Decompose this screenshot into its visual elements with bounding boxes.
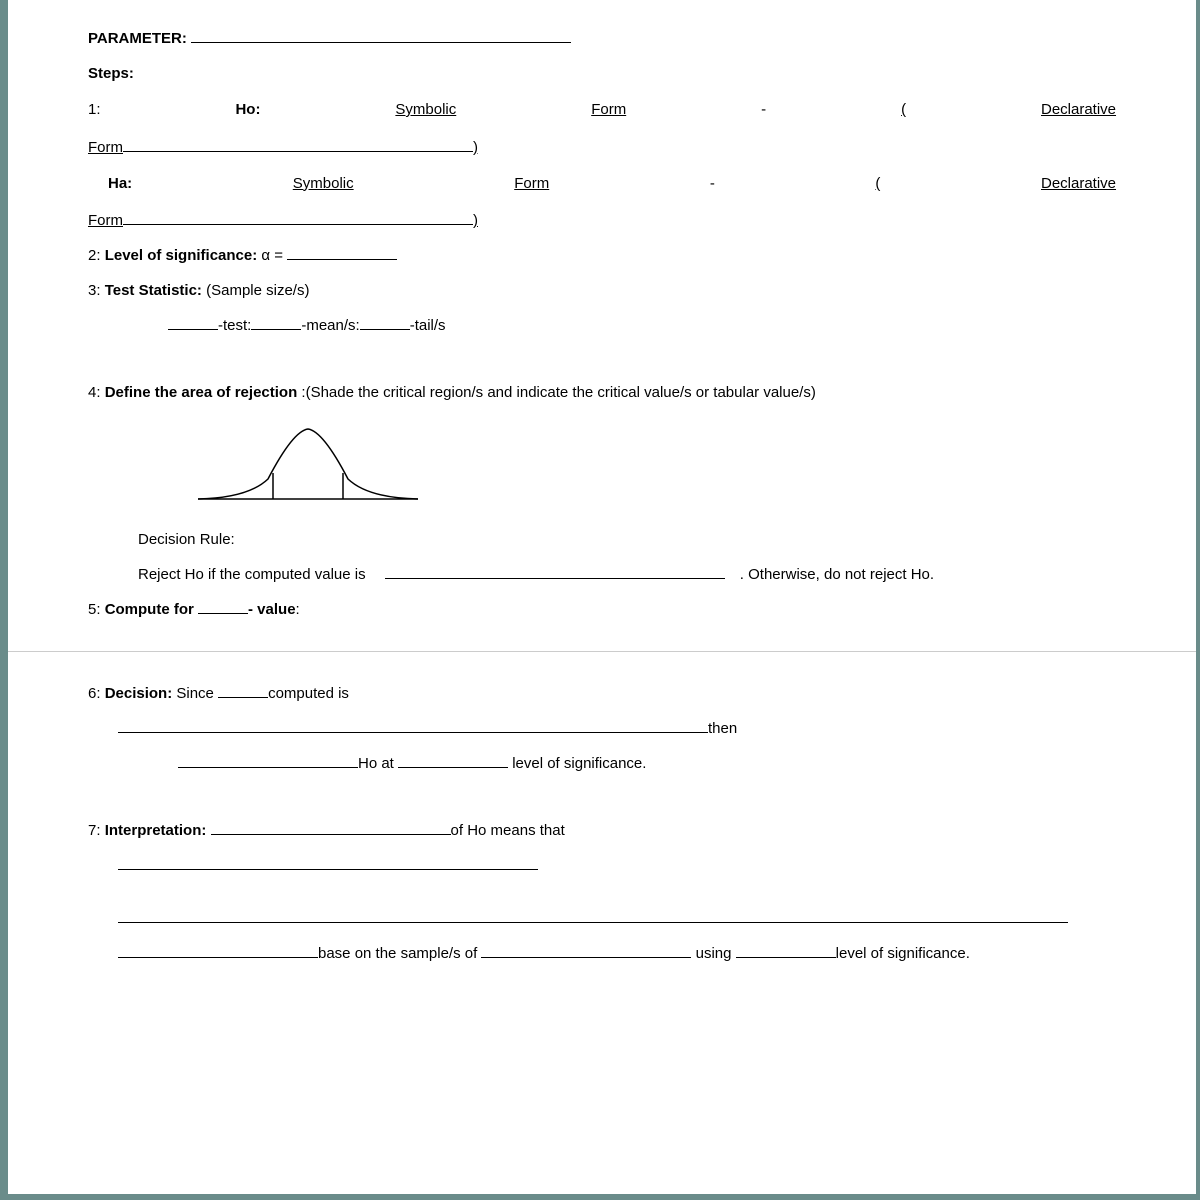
parameter-label: PARAMETER: (88, 30, 187, 47)
s6-hoat: Ho at (358, 755, 398, 772)
s2-alpha: α = (257, 247, 287, 264)
s6-since: Since (172, 685, 218, 702)
s4-post: :(Shade the critical region/s and indica… (297, 384, 816, 401)
s2-pre: 2: (88, 247, 105, 264)
s7-blank2 (118, 869, 538, 870)
step3-line1: 3: Test Statistic: (Sample size/s) (88, 274, 1116, 307)
step7-line4: base on the sample/s of using level of s… (118, 937, 1116, 970)
s7-interp: Interpretation: (105, 822, 207, 839)
step5-line: 5: Compute for - value: (88, 593, 1116, 626)
parameter-line: PARAMETER: (88, 22, 1116, 55)
step2-line: 2: Level of significance: α = (88, 239, 1116, 272)
s6-then: then (708, 720, 737, 737)
s7-base: base on the sample/s of (318, 945, 481, 962)
form2: Form (514, 175, 549, 192)
close2: ) (473, 212, 478, 229)
step7-line3 (118, 902, 1116, 935)
s7-level: level of significance. (836, 945, 970, 962)
step1-num: 1: (88, 101, 101, 118)
s2-blank (287, 259, 397, 260)
bell-curve-icon (188, 419, 428, 509)
s6-level: level of significance. (508, 755, 646, 772)
s3-post: (Sample size/s) (202, 282, 310, 299)
reject-text: Reject Ho if the computed value is (138, 566, 370, 583)
s3-pre: 3: (88, 282, 105, 299)
bell-curve-box (188, 419, 1116, 513)
step7-line2 (118, 849, 1116, 882)
s6-computed: computed is (268, 685, 349, 702)
s4-label: Define the area of rejection (105, 384, 298, 401)
step6-line2: then (118, 712, 1116, 745)
decl2: Declarative (1041, 175, 1116, 192)
page-divider (8, 651, 1196, 652)
means-label: -mean/s: (301, 317, 359, 334)
s6-blank3 (178, 767, 358, 768)
open1: ( (901, 101, 906, 118)
ho-label: Ho: (235, 101, 260, 118)
step1-ho-line2: Form) (88, 131, 1116, 164)
steps-label: Steps: (88, 65, 134, 82)
form1b: Form (88, 139, 123, 156)
step6-line1: 6: Decision: Since computed is (88, 677, 1116, 710)
symbolic2: Symbolic (293, 175, 354, 192)
decl1: Declarative (1041, 101, 1116, 118)
decision-rule-text: Reject Ho if the computed value is . Oth… (88, 558, 1116, 591)
s7-blank1 (211, 834, 451, 835)
form1b-blank (123, 151, 473, 152)
otherwise-text: . Otherwise, do not reject Ho. (740, 566, 934, 583)
s6-blank4 (398, 767, 508, 768)
step6-line3: Ho at level of significance. (178, 747, 1116, 780)
step1-ha-line1: Ha: Symbolic Form - ( Declarative (88, 170, 1116, 199)
s7-ofho: of Ho means that (451, 822, 565, 839)
s5-value: - value (248, 601, 296, 618)
tails-label: -tail/s (410, 317, 446, 334)
worksheet-page: PARAMETER: Steps: 1: Ho: Symbolic Form -… (8, 0, 1196, 970)
open2: ( (875, 175, 880, 192)
s7-blank4 (118, 957, 318, 958)
s7-using: using (691, 945, 735, 962)
form2b-blank (123, 224, 473, 225)
s6-pre: 6: (88, 685, 105, 702)
form1: Form (591, 101, 626, 118)
s3-label: Test Statistic: (105, 282, 202, 299)
ha-label: Ha: (108, 175, 132, 192)
s5-compute: Compute for (105, 601, 198, 618)
form2b: Form (88, 212, 123, 229)
dash2: - (710, 175, 715, 192)
dash1: - (761, 101, 766, 118)
s6-decision: Decision: (105, 685, 173, 702)
close1: ) (473, 139, 478, 156)
tails-blank (360, 329, 410, 330)
step7-line1: 7: Interpretation: of Ho means that (88, 814, 1116, 847)
test-label: -test: (218, 317, 251, 334)
s5-pre: 5: (88, 601, 105, 618)
parameter-blank (191, 42, 571, 43)
symbolic1: Symbolic (395, 101, 456, 118)
decision-rule-label: Decision Rule: (138, 523, 1116, 556)
s6-blank1 (218, 697, 268, 698)
s6-blank2 (118, 732, 708, 733)
step1-ho-line1: 1: Ho: Symbolic Form - ( Declarative (88, 96, 1116, 125)
test-blank (168, 329, 218, 330)
s4-pre: 4: (88, 384, 105, 401)
means-blank (251, 329, 301, 330)
step4-head: 4: Define the area of rejection :(Shade … (88, 376, 1116, 409)
s7-blank6 (736, 957, 836, 958)
dr-label: Decision Rule: (138, 531, 235, 548)
steps-header: Steps: (88, 57, 1116, 90)
step1-ha-line2: Form) (88, 204, 1116, 237)
s7-pre: 7: (88, 822, 105, 839)
s2-label: Level of significance: (105, 247, 258, 264)
s7-blank3 (118, 922, 1068, 923)
step3-line2: -test: -mean/s: -tail/s (168, 309, 1116, 342)
s5-blank (198, 613, 248, 614)
s7-blank5 (481, 957, 691, 958)
reject-blank (385, 578, 725, 579)
